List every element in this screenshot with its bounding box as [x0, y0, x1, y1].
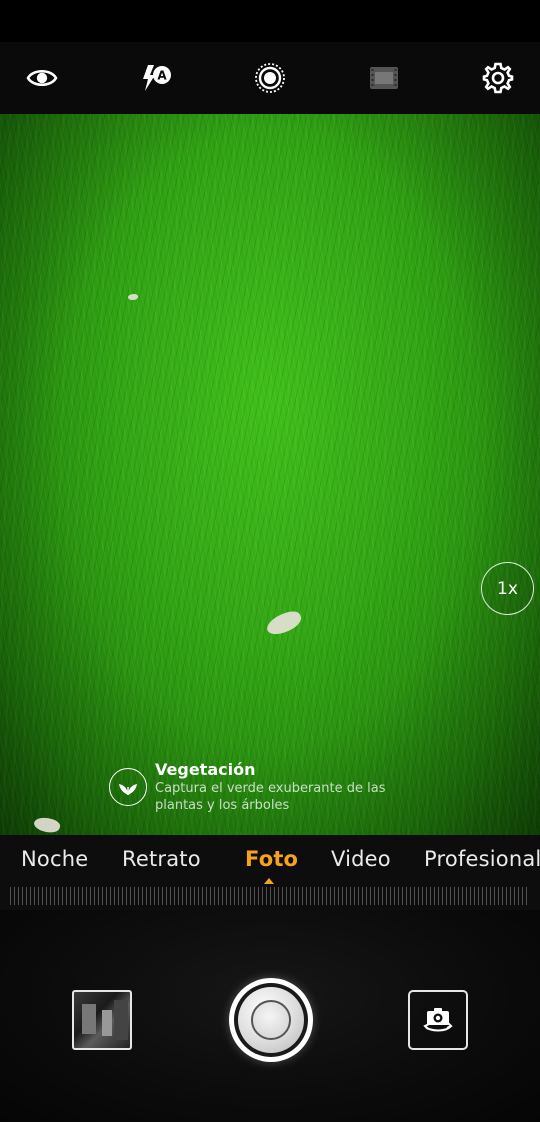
selected-mode-indicator [264, 878, 274, 884]
svg-text:A: A [157, 69, 167, 83]
zoom-level-button[interactable]: 1x [481, 562, 534, 615]
flash-auto-icon[interactable]: A [138, 60, 174, 96]
scene-detection-hint[interactable]: Vegetación Captura el verde exuberante d… [109, 760, 425, 814]
leaf-icon [109, 768, 147, 806]
scene-title: Vegetación [155, 760, 256, 779]
shutter-button[interactable] [229, 978, 313, 1062]
scene-description: Captura el verde exuberante de las plant… [155, 781, 386, 813]
mode-night[interactable]: Noche [21, 847, 88, 871]
camera-top-toolbar: A [0, 42, 540, 114]
shutter-icon [251, 1000, 291, 1040]
mode-selector: Noche Retrato Foto Video Profesional [0, 835, 540, 910]
gallery-thumbnail[interactable] [72, 990, 132, 1050]
zoom-label: 1x [497, 578, 518, 599]
mode-scroll-ticks [10, 887, 530, 905]
mode-photo[interactable]: Foto [245, 847, 298, 871]
camera-bottom-controls [0, 910, 540, 1122]
aperture-icon[interactable] [252, 60, 288, 96]
switch-camera-button[interactable] [408, 990, 468, 1050]
camera-viewfinder[interactable]: 1x [0, 114, 540, 835]
switch-camera-icon [423, 1008, 453, 1032]
film-filter-icon[interactable] [366, 60, 402, 96]
settings-gear-icon[interactable] [480, 60, 516, 96]
mode-video[interactable]: Video [331, 847, 391, 871]
mode-portrait[interactable]: Retrato [122, 847, 201, 871]
status-bar [0, 0, 540, 42]
eye-icon[interactable] [24, 60, 60, 96]
mode-pro[interactable]: Profesional [424, 847, 540, 871]
